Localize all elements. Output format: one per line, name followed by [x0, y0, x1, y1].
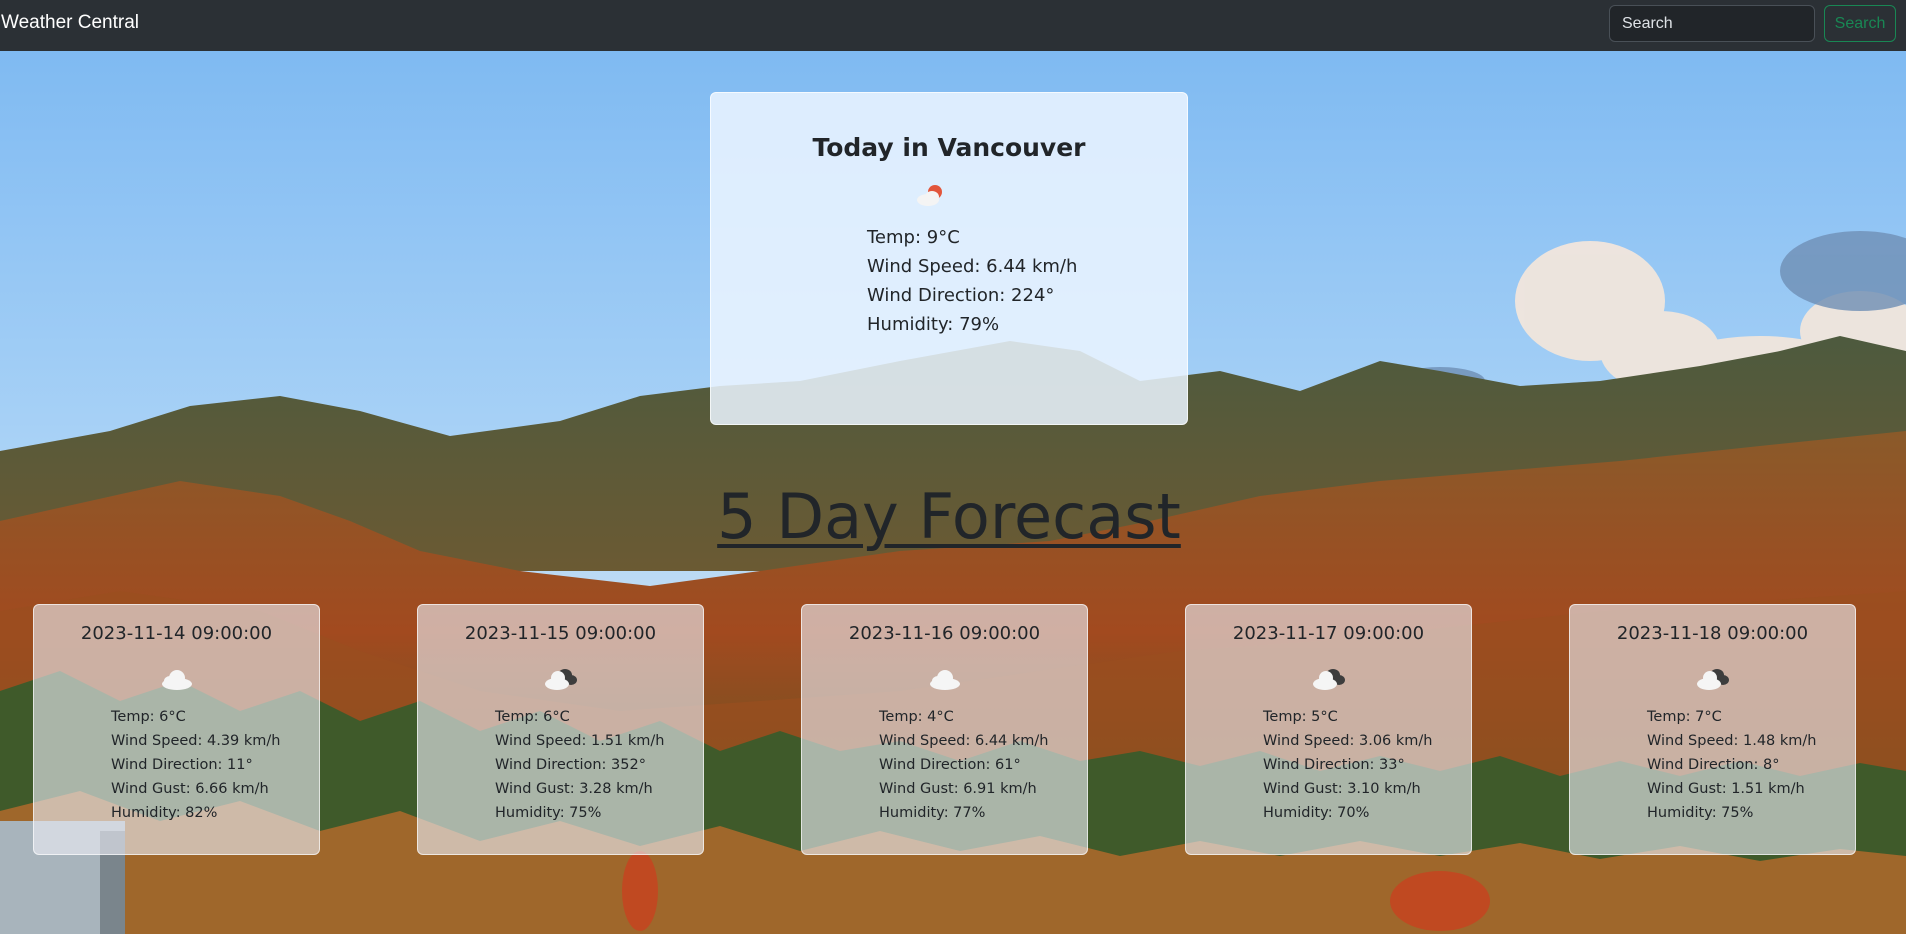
forecast-wind-speed: Wind Speed: 6.44 km/h	[879, 733, 1049, 749]
forecast-humidity: Humidity: 70%	[1263, 805, 1370, 821]
cloud-icon	[930, 670, 960, 690]
forecast-wind-direction: Wind Direction: 11°	[111, 757, 253, 773]
today-humidity: Humidity: 79%	[867, 314, 1000, 335]
today-weather-card: Today in Vancouver Temp: 9°C Wind Speed:…	[710, 92, 1188, 425]
forecast-date: 2023-11-15 09:00:00	[464, 623, 657, 644]
forecast-card: 2023-11-14 09:00:00 Temp: 6°C Wind Speed…	[33, 604, 320, 855]
forecast-stats: Temp: 6°C Wind Speed: 1.51 km/h Wind Dir…	[495, 705, 665, 825]
broken-clouds-icon	[1313, 669, 1345, 690]
forecast-humidity: Humidity: 82%	[111, 805, 218, 821]
today-wind-speed: Wind Speed: 6.44 km/h	[867, 256, 1078, 277]
forecast-wind-gust: Wind Gust: 6.91 km/h	[879, 781, 1037, 797]
forecast-card: 2023-11-15 09:00:00 Temp: 6°C Wind Speed…	[417, 604, 704, 855]
forecast-wind-speed: Wind Speed: 4.39 km/h	[111, 733, 281, 749]
broken-clouds-icon	[1697, 669, 1729, 690]
forecast-stats: Temp: 4°C Wind Speed: 6.44 km/h Wind Dir…	[879, 705, 1049, 825]
broken-clouds-icon	[545, 669, 577, 690]
forecast-wind-gust: Wind Gust: 3.28 km/h	[495, 781, 653, 797]
forecast-temp: Temp: 6°C	[111, 709, 186, 725]
forecast-humidity: Humidity: 75%	[495, 805, 602, 821]
search-button[interactable]: Search	[1824, 5, 1896, 42]
search-input[interactable]	[1609, 5, 1815, 42]
forecast-temp: Temp: 6°C	[495, 709, 570, 725]
partly-cloudy-day-icon	[917, 185, 942, 206]
today-stats: Temp: 9°C Wind Speed: 6.44 km/h Wind Dir…	[867, 223, 1077, 339]
forecast-card: 2023-11-17 09:00:00 Temp: 5°C Wind Speed…	[1185, 604, 1472, 855]
forecast-temp: Temp: 5°C	[1263, 709, 1338, 725]
forecast-wind-speed: Wind Speed: 3.06 km/h	[1263, 733, 1433, 749]
forecast-date: 2023-11-17 09:00:00	[1232, 623, 1425, 644]
forecast-wind-direction: Wind Direction: 61°	[879, 757, 1021, 773]
forecast-card: 2023-11-16 09:00:00 Temp: 4°C Wind Speed…	[801, 604, 1088, 855]
forecast-wind-speed: Wind Speed: 1.51 km/h	[495, 733, 665, 749]
forecast-stats: Temp: 6°C Wind Speed: 4.39 km/h Wind Dir…	[111, 705, 281, 825]
forecast-wind-gust: Wind Gust: 1.51 km/h	[1647, 781, 1805, 797]
forecast-temp: Temp: 7°C	[1647, 709, 1722, 725]
today-temp: Temp: 9°C	[867, 227, 960, 248]
forecast-wind-gust: Wind Gust: 3.10 km/h	[1263, 781, 1421, 797]
today-wind-direction: Wind Direction: 224°	[867, 285, 1055, 306]
forecast-wind-direction: Wind Direction: 352°	[495, 757, 646, 773]
forecast-date: 2023-11-16 09:00:00	[848, 623, 1041, 644]
forecast-card: 2023-11-18 09:00:00 Temp: 7°C Wind Speed…	[1569, 604, 1856, 855]
navbar: Weather Central Search	[0, 0, 1906, 51]
brand-link[interactable]: Weather Central	[1, 12, 139, 34]
forecast-humidity: Humidity: 75%	[1647, 805, 1754, 821]
forecast-temp: Temp: 4°C	[879, 709, 954, 725]
forecast-date: 2023-11-18 09:00:00	[1616, 623, 1809, 644]
forecast-stats: Temp: 5°C Wind Speed: 3.06 km/h Wind Dir…	[1263, 705, 1433, 825]
forecast-heading: 5 Day Forecast	[717, 480, 1181, 553]
forecast-wind-gust: Wind Gust: 6.66 km/h	[111, 781, 269, 797]
today-title: Today in Vancouver	[812, 133, 1086, 162]
forecast-date: 2023-11-14 09:00:00	[80, 623, 273, 644]
cloud-icon	[162, 670, 192, 690]
forecast-wind-speed: Wind Speed: 1.48 km/h	[1647, 733, 1817, 749]
forecast-wind-direction: Wind Direction: 33°	[1263, 757, 1405, 773]
forecast-stats: Temp: 7°C Wind Speed: 1.48 km/h Wind Dir…	[1647, 705, 1817, 825]
forecast-wind-direction: Wind Direction: 8°	[1647, 757, 1780, 773]
forecast-humidity: Humidity: 77%	[879, 805, 986, 821]
